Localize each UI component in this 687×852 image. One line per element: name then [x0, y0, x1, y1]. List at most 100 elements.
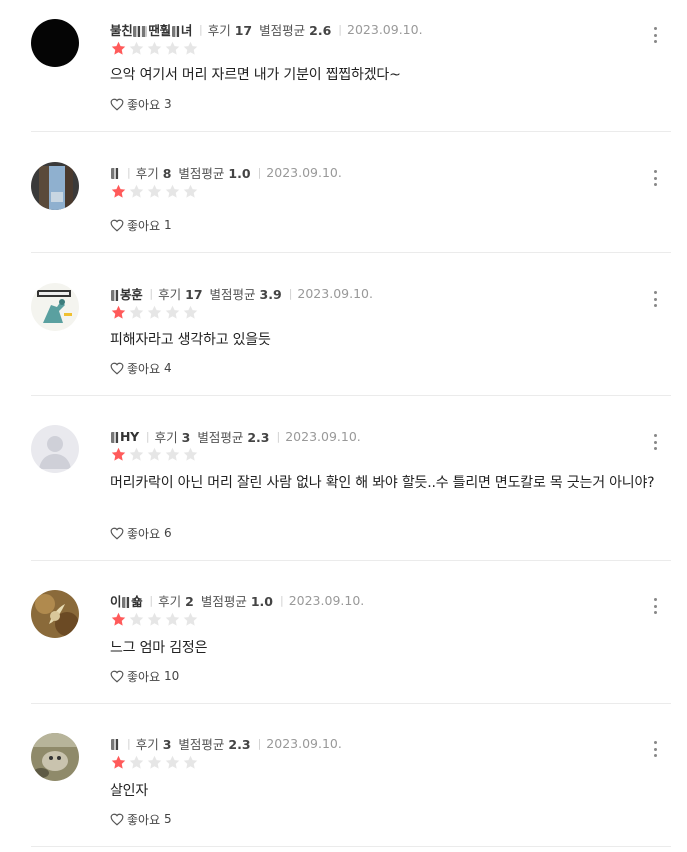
- star-rating: [110, 183, 200, 201]
- review-item: 봉훈 | 후기 17 별점평균 3.9 | 2023.09.10. 피해자라고 생각하고 있…: [31, 252, 671, 396]
- avatar[interactable]: [31, 590, 79, 638]
- review-meta: | 후기 3 별점평균 2.3 | 2023.09.10.: [110, 733, 342, 753]
- rating-average-label: 별점평균: [259, 22, 306, 38]
- rating-average: 별점평균 2.3: [197, 427, 269, 446]
- divider: |: [127, 736, 131, 750]
- rating-average: 별점평균 1.0: [178, 163, 250, 182]
- more-options-icon[interactable]: [649, 432, 661, 452]
- like-count: 6: [163, 526, 172, 540]
- avatar[interactable]: [31, 162, 79, 210]
- like-button[interactable]: 좋아요 3: [110, 95, 172, 113]
- review-date: 2023.09.10.: [266, 164, 342, 180]
- avatar[interactable]: [31, 425, 79, 473]
- heart-icon: [110, 219, 124, 232]
- star-filled-icon: [110, 40, 127, 57]
- star-rating: [110, 754, 200, 772]
- rating-average-label: 별점평균: [178, 736, 225, 752]
- review-content: 피해자라고 생각하고 있을듯: [110, 332, 271, 348]
- nickname[interactable]: HY: [110, 429, 139, 444]
- star-empty-icon: [146, 40, 163, 57]
- nickname-text: 불친: [110, 22, 133, 38]
- avatar[interactable]: [31, 733, 79, 781]
- review-item: 이 숇 | 후기 2 별점평균 1.0 | 2023.09.10. 느그 엄마 김정은 좋아요 …: [31, 560, 671, 704]
- heart-icon: [110, 362, 124, 375]
- star-filled-icon: [110, 611, 127, 628]
- divider: |: [288, 286, 293, 300]
- nickname[interactable]: 봉훈: [110, 284, 143, 303]
- nickname[interactable]: 이숇: [110, 591, 143, 610]
- review-count: 후기 17: [208, 20, 252, 39]
- review-count: 후기 17: [158, 284, 202, 303]
- more-options-icon[interactable]: [649, 168, 661, 188]
- review-meta: 불친 땐훨 녀 | 후기 17 별점평균 2.6 | 2023.09.10.: [110, 19, 423, 39]
- star-empty-icon: [146, 754, 163, 771]
- star-empty-icon: [128, 304, 145, 321]
- nickname-end: 녀: [180, 22, 193, 38]
- like-button[interactable]: 좋아요 1: [110, 216, 172, 234]
- like-button[interactable]: 좋아요 6: [110, 524, 172, 542]
- rating-average-value: 2.3: [228, 736, 251, 752]
- review-count-label: 후기: [135, 736, 159, 752]
- rating-average: 별점평균 3.9: [210, 284, 282, 303]
- like-count: 3: [163, 97, 172, 111]
- star-empty-icon: [128, 183, 145, 200]
- star-empty-icon: [182, 40, 199, 57]
- rating-average-value: 3.9: [259, 286, 282, 302]
- star-empty-icon: [128, 754, 145, 771]
- rating-average: 별점평균 2.6: [259, 20, 331, 39]
- more-options-icon[interactable]: [649, 289, 661, 309]
- star-empty-icon: [182, 611, 199, 628]
- like-count: 5: [163, 812, 172, 826]
- more-options-icon[interactable]: [649, 25, 661, 45]
- review-meta: HY | 후기 3 별점평균 2.3 | 2023.09.10.: [110, 426, 361, 446]
- review-count-value: 3: [162, 736, 172, 752]
- nickname[interactable]: [110, 736, 120, 751]
- avatar[interactable]: [31, 283, 79, 331]
- like-button[interactable]: 좋아요 4: [110, 359, 172, 377]
- review-count-label: 후기: [207, 22, 231, 38]
- divider: |: [279, 593, 284, 607]
- like-count: 1: [163, 218, 172, 232]
- like-count: 10: [163, 669, 180, 683]
- more-options-icon[interactable]: [649, 596, 661, 616]
- nickname-text: 이: [110, 593, 122, 609]
- nickname[interactable]: 불친 땐훨 녀: [110, 20, 192, 39]
- like-button[interactable]: 좋아요 10: [110, 667, 179, 685]
- star-filled-icon: [110, 304, 127, 321]
- review-meta: 이 숇 | 후기 2 별점평균 1.0 | 2023.09.10.: [110, 590, 364, 610]
- heart-icon: [110, 813, 124, 826]
- star-empty-icon: [128, 40, 145, 57]
- masked-nickname: [133, 25, 148, 37]
- nickname[interactable]: [110, 165, 120, 180]
- star-empty-icon: [128, 611, 145, 628]
- avatar[interactable]: [31, 19, 79, 67]
- like-label: 좋아요: [127, 526, 161, 541]
- star-empty-icon: [164, 611, 181, 628]
- rating-average-value: 1.0: [250, 593, 273, 609]
- divider: |: [338, 22, 343, 36]
- review-meta: | 후기 8 별점평균 1.0 | 2023.09.10.: [110, 162, 342, 182]
- like-label: 좋아요: [127, 218, 161, 233]
- star-empty-icon: [164, 183, 181, 200]
- more-options-icon[interactable]: [649, 739, 661, 759]
- review-count: 후기 8: [136, 163, 172, 182]
- rating-average-label: 별점평균: [200, 593, 247, 609]
- masked-nickname: [111, 738, 119, 750]
- review-count: 후기 3: [155, 427, 191, 446]
- review-item: | 후기 8 별점평균 1.0 | 2023.09.10. 좋아요 1: [31, 131, 671, 253]
- divider: |: [257, 736, 262, 750]
- masked-nickname: [111, 431, 119, 443]
- masked-nickname: [111, 289, 119, 301]
- star-empty-icon: [146, 304, 163, 321]
- like-button[interactable]: 좋아요 5: [110, 810, 172, 828]
- rating-average: 별점평균 2.3: [178, 734, 250, 753]
- review-date: 2023.09.10.: [347, 21, 423, 37]
- like-label: 좋아요: [127, 361, 161, 376]
- review-count-label: 후기: [135, 165, 159, 181]
- like-label: 좋아요: [127, 669, 161, 684]
- review-count-value: 17: [234, 22, 253, 38]
- like-label: 좋아요: [127, 97, 161, 112]
- star-filled-icon: [110, 446, 127, 463]
- star-empty-icon: [182, 304, 199, 321]
- rating-average-label: 별점평균: [197, 429, 244, 445]
